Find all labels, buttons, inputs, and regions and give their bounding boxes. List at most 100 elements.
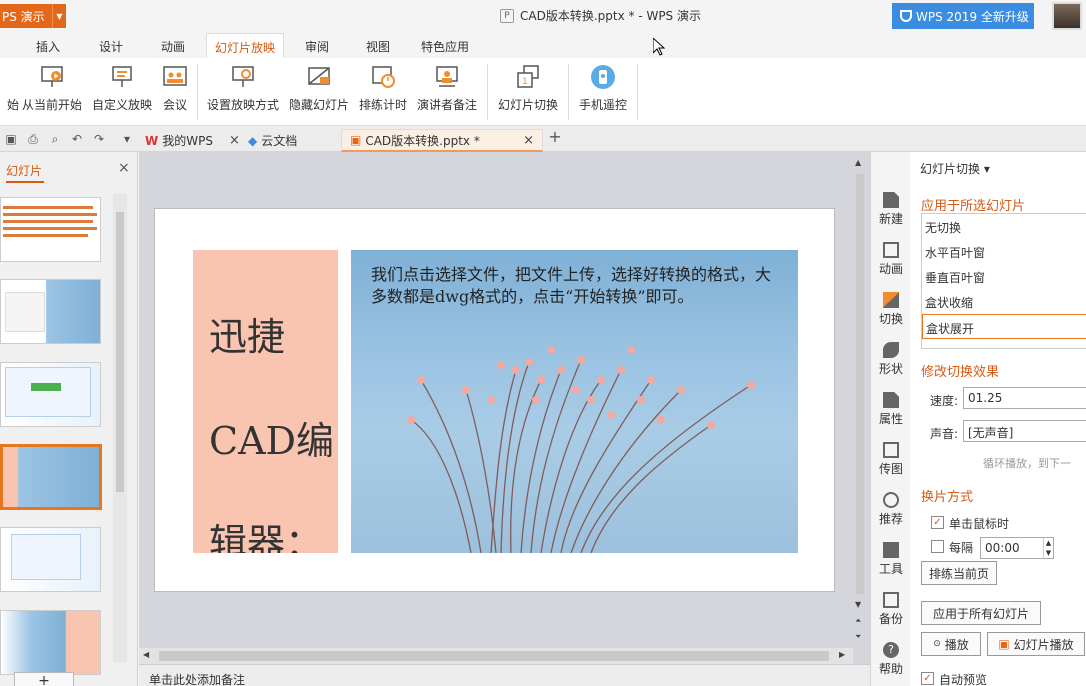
slide-panel: 幻灯片 × +	[0, 152, 138, 686]
rehearse-label: 排练计时	[359, 98, 408, 112]
transition-option[interactable]: 盒状收缩	[922, 289, 1086, 314]
slide-thumbnail[interactable]	[0, 527, 101, 592]
scroll-right-icon[interactable]: ▶	[839, 650, 845, 659]
canvas-vertical-scrollbar[interactable]: ▲ ▼ ⏶ ⏷	[853, 156, 867, 648]
slideshow-button[interactable]: ▣ 幻灯片播放	[987, 632, 1085, 656]
transition-option-selected[interactable]: 盒状展开	[922, 314, 1086, 339]
stepper-arrows-icon[interactable]: ▲ ▼	[1043, 538, 1053, 558]
sidebar-item-tools[interactable]: 工具	[871, 542, 911, 577]
meeting-icon	[163, 66, 187, 86]
every-checkbox[interactable]	[931, 540, 944, 553]
slide-panel-title[interactable]: 幻灯片	[6, 162, 45, 183]
hide-slide-button[interactable]: 隐藏幻灯片	[289, 64, 349, 113]
slide-transition-button[interactable]: 1 幻灯片切换	[498, 64, 558, 113]
auto-preview-checkbox[interactable]: ✓	[921, 672, 934, 685]
tab-my-wps-label: 我的WPS	[162, 134, 213, 148]
app-menu-button[interactable]: PS 演示 ▼	[0, 4, 66, 28]
tab-my-wps[interactable]: W 我的WPS ×	[145, 129, 240, 152]
transition-option[interactable]: 垂直百叶窗	[922, 264, 1086, 289]
meeting-button[interactable]: 会议	[162, 64, 188, 113]
undo-icon[interactable]: ↶	[70, 132, 84, 146]
setup-show-button[interactable]: 设置放映方式	[207, 64, 279, 113]
slideshow-label: 幻灯片播放	[1013, 637, 1074, 652]
slide-thumbnail[interactable]	[0, 362, 101, 427]
sidebar-item-animation[interactable]: 动画	[871, 242, 911, 277]
phone-remote-icon	[591, 65, 615, 89]
slide-thumbnail[interactable]	[0, 197, 101, 262]
from-current-button[interactable]: 从当前开始	[22, 64, 82, 113]
scroll-left-icon[interactable]: ◀	[143, 650, 149, 659]
tab-view[interactable]: 视图	[366, 38, 390, 55]
next-slide-icon[interactable]: ⏷	[855, 632, 861, 642]
slide[interactable]: 迅捷 CAD编 辑器： 我们点击选择文件，把文件上传，选择好转换的格式，大多数都…	[154, 208, 835, 592]
close-icon[interactable]: ×	[118, 160, 130, 176]
transition-option[interactable]: 水平百叶窗	[922, 239, 1086, 264]
sidebar-item-upload-image[interactable]: 传图	[871, 442, 911, 477]
sidebar-item-recommend[interactable]: 推荐	[871, 492, 911, 527]
phone-remote-button[interactable]: 手机遥控	[579, 64, 627, 113]
scrollbar-thumb[interactable]	[159, 651, 829, 661]
flower-photo[interactable]: 我们点击选择文件，把文件上传，选择好转换的格式，大多数都是dwg格式的，点击“开…	[351, 250, 798, 553]
upgrade-button[interactable]: WPS 2019 全新升级	[892, 3, 1034, 29]
loop-hint[interactable]: 循环播放，到下一	[983, 455, 1071, 471]
setup-show-label: 设置放映方式	[207, 98, 280, 112]
tab-review[interactable]: 审阅	[305, 38, 329, 55]
tab-current-document[interactable]: ▣ CAD版本转换.pptx * ×	[341, 129, 543, 152]
slide-body-text[interactable]: 我们点击选择文件，把文件上传，选择好转换的格式，大多数都是dwg格式的，点击“开…	[371, 264, 771, 308]
sidebar-item-label: 传图	[878, 462, 903, 476]
speed-input[interactable]: 01.25	[963, 387, 1086, 409]
sidebar-item-label: 工具	[878, 562, 903, 576]
tab-slideshow[interactable]: 幻灯片放映	[206, 33, 285, 58]
prev-slide-icon[interactable]: ⏶	[855, 616, 861, 626]
rehearse-current-button[interactable]: 排练当前页	[921, 561, 997, 585]
sidebar-item-help[interactable]: ? 帮助	[871, 642, 911, 677]
scrollbar-thumb[interactable]	[116, 212, 124, 492]
print-preview-icon[interactable]: ⌕	[48, 132, 62, 146]
new-icon[interactable]: ▣	[4, 132, 18, 146]
slide-thumbnail[interactable]	[0, 279, 101, 344]
transition-option[interactable]: 无切换	[922, 214, 1086, 239]
tab-special[interactable]: 特色应用	[421, 38, 469, 55]
chevron-down-icon[interactable]: ▾	[120, 132, 134, 146]
close-icon[interactable]: ×	[523, 133, 534, 148]
on-click-checkbox[interactable]: ✓	[931, 516, 944, 529]
print-icon[interactable]: ⎙	[26, 132, 40, 146]
wps-shield-icon	[900, 10, 912, 22]
scroll-down-icon[interactable]: ▼	[855, 600, 861, 609]
scrollbar-thumb[interactable]	[856, 174, 864, 594]
play-button[interactable]: ⊙ 播放	[921, 632, 981, 656]
phone-remote-label: 手机遥控	[579, 98, 628, 112]
slide-thumbnail-selected[interactable]	[0, 444, 102, 510]
add-slide-button[interactable]: +	[14, 672, 74, 686]
apply-all-button[interactable]: 应用于所有幻灯片	[921, 601, 1041, 625]
help-icon: ?	[883, 642, 899, 658]
task-pane-header[interactable]: 幻灯片切换 ▾	[920, 160, 990, 177]
sidebar-item-new[interactable]: 新建	[871, 192, 911, 227]
slide-panel-scrollbar[interactable]	[113, 194, 127, 662]
title-block[interactable]: 迅捷 CAD编 辑器：	[193, 250, 338, 553]
sidebar-item-transition[interactable]: 切换	[871, 292, 911, 327]
presenter-notes-button[interactable]: 演讲者备注	[417, 64, 477, 113]
custom-show-button[interactable]: 自定义放映	[92, 64, 152, 113]
sidebar-item-properties[interactable]: 属性	[871, 392, 911, 427]
new-tab-icon[interactable]: +	[548, 129, 562, 145]
canvas-horizontal-scrollbar[interactable]: ◀ ▶	[139, 648, 853, 664]
tab-design[interactable]: 设计	[99, 38, 123, 55]
tab-cloud-docs[interactable]: ◆ 云文档 ×	[248, 129, 354, 152]
sidebar-item-backup[interactable]: 备份	[871, 592, 911, 627]
transition-list[interactable]: 无切换 水平百叶窗 垂直百叶窗 盒状收缩 盒状展开	[921, 213, 1086, 349]
notes-area[interactable]: 单击此处添加备注	[139, 664, 870, 686]
document-tab-bar: ▣ ⎙ ⌕ ↶ ↷ ▾ W 我的WPS × ◆ 云文档 × ▣ CAD版本转换.…	[0, 126, 1086, 152]
sidebar-item-shape[interactable]: 形状	[871, 342, 911, 377]
redo-icon[interactable]: ↷	[92, 132, 106, 146]
scroll-up-icon[interactable]: ▲	[855, 158, 861, 167]
rehearse-button[interactable]: 排练计时	[359, 64, 407, 113]
slide-thumbnail[interactable]	[0, 610, 101, 675]
app-menu-dropdown-icon[interactable]: ▼	[52, 4, 66, 28]
tab-animation[interactable]: 动画	[161, 38, 185, 55]
tab-insert[interactable]: 插入	[36, 38, 60, 55]
every-time-stepper[interactable]: 00:00 ▲ ▼	[980, 537, 1054, 559]
user-avatar[interactable]	[1052, 2, 1082, 30]
close-icon[interactable]: ×	[229, 133, 240, 148]
sound-select[interactable]: [无声音]	[963, 420, 1086, 442]
